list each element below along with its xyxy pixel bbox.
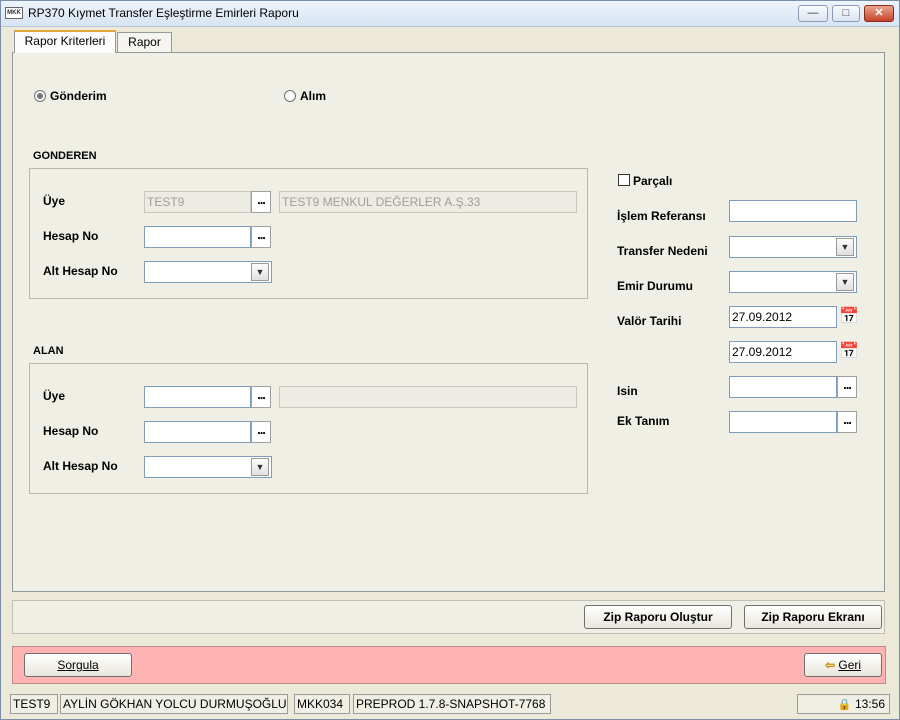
zip-raporu-ekrani-button[interactable]: Zip Raporu Ekranı [744, 605, 882, 629]
gonderen-uye-name-field: TEST9 MENKUL DEĞERLER A.Ş.33 [279, 191, 577, 213]
tab-rapor[interactable]: Rapor [117, 32, 172, 52]
close-icon: ✕ [874, 7, 884, 19]
alan-hesap-label: Hesap No [43, 424, 99, 438]
gonderen-title: GONDEREN [33, 150, 97, 162]
islem-referansi-label: İşlem Referansı [617, 209, 706, 223]
ek-tanim-lookup-button[interactable]: ... [837, 411, 857, 433]
gonderim-label[interactable]: Gönderim [50, 89, 107, 103]
geri-button[interactable]: ⇦ Geri [804, 653, 882, 677]
alan-hesap-lookup-button[interactable]: ... [251, 421, 271, 443]
alan-uye-field[interactable] [144, 386, 251, 408]
alan-uye-name-field [279, 386, 577, 408]
alan-group [29, 363, 588, 494]
alan-uye-label: Üye [43, 389, 66, 403]
calendar-icon[interactable]: 📅 [839, 306, 859, 328]
status-user-name: AYLİN GÖKHAN YOLCU DURMUŞOĞLU [60, 694, 288, 714]
ek-tanim-field[interactable] [729, 411, 837, 433]
maximize-icon: □ [842, 7, 850, 19]
minimize-icon: — [807, 7, 819, 19]
gonderen-group [29, 168, 588, 299]
back-arrow-icon: ⇦ [824, 658, 836, 672]
gonderen-uye-field[interactable]: TEST9 [144, 191, 251, 213]
parcali-label[interactable]: Parçalı [633, 174, 672, 188]
gonderen-uye-lookup-button[interactable]: ... [251, 191, 271, 213]
close-button[interactable]: ✕ [864, 5, 894, 22]
alim-label[interactable]: Alım [300, 89, 326, 103]
gonderen-alt-hesap-label: Alt Hesap No [43, 264, 118, 278]
tab-rapor-kriterleri[interactable]: Rapor Kriterleri [14, 30, 116, 53]
gonderim-radio[interactable] [34, 90, 46, 102]
maximize-button[interactable]: □ [832, 5, 860, 22]
chevron-down-icon[interactable]: ▼ [836, 238, 854, 256]
isin-field[interactable] [729, 376, 837, 398]
chevron-down-icon[interactable]: ▼ [836, 273, 854, 291]
status-clock: 🔒 13:56 [797, 694, 890, 714]
valor-tarihi-label: Valör Tarihi [617, 314, 682, 328]
gonderen-uye-label: Üye [43, 194, 66, 208]
transfer-nedeni-label: Transfer Nedeni [617, 244, 708, 258]
status-time: 13:56 [854, 697, 885, 711]
gonderen-hesap-field[interactable] [144, 226, 251, 248]
gonderen-hesap-lookup-button[interactable]: ... [251, 226, 271, 248]
app-logo-icon: MKK [5, 7, 23, 19]
emir-durumu-label: Emir Durumu [617, 279, 694, 293]
geri-label: Geri [838, 658, 862, 672]
sorgula-button[interactable]: Sorgula [24, 653, 132, 677]
status-institution: MKK034 [294, 694, 350, 714]
valor-end-date-field[interactable]: 27.09.2012 [729, 341, 837, 363]
valor-start-date-field[interactable]: 27.09.2012 [729, 306, 837, 328]
minimize-button[interactable]: — [798, 5, 828, 22]
ek-tanim-label: Ek Tanım [617, 414, 670, 428]
calendar-icon[interactable]: 📅 [839, 341, 859, 363]
chevron-down-icon[interactable]: ▼ [251, 263, 269, 281]
gonderen-hesap-label: Hesap No [43, 229, 99, 243]
zip-raporu-olustur-button[interactable]: Zip Raporu Oluştur [584, 605, 732, 629]
alan-hesap-field[interactable] [144, 421, 251, 443]
alan-uye-lookup-button[interactable]: ... [251, 386, 271, 408]
chevron-down-icon[interactable]: ▼ [251, 458, 269, 476]
alan-alt-hesap-label: Alt Hesap No [43, 459, 118, 473]
isin-lookup-button[interactable]: ... [837, 376, 857, 398]
status-user-code: TEST9 [10, 694, 58, 714]
islem-referansi-field[interactable] [729, 200, 857, 222]
lock-icon: 🔒 [837, 699, 852, 711]
main-action-bar [12, 646, 886, 684]
alim-radio[interactable] [284, 90, 296, 102]
sorgula-label: Sorgula [57, 658, 99, 672]
isin-label: Isin [617, 384, 638, 398]
alan-title: ALAN [33, 345, 64, 357]
window-title: RP370 Kıymet Transfer Eşleştirme Emirler… [28, 6, 299, 20]
parcali-checkbox[interactable] [618, 174, 630, 186]
status-version: PREPROD 1.7.8-SNAPSHOT-7768 [353, 694, 551, 714]
